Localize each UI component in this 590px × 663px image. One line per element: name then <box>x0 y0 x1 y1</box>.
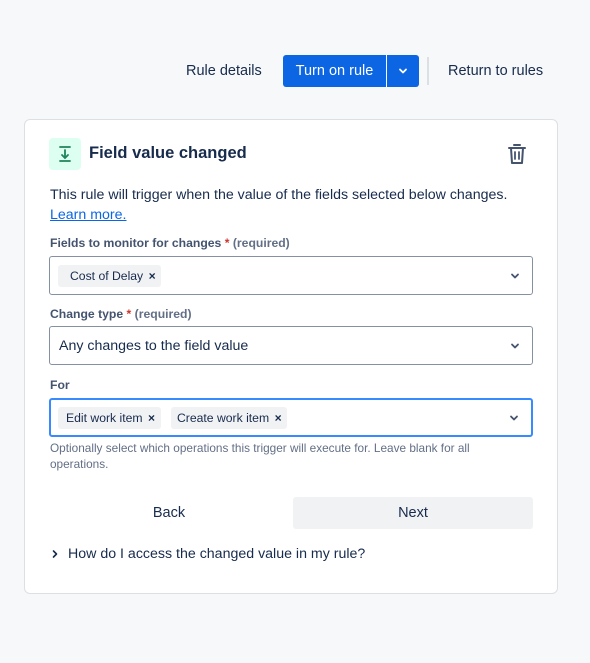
learn-more-link[interactable]: Learn more. <box>50 207 127 223</box>
chip-label: Cost of Delay <box>70 268 144 283</box>
close-icon[interactable]: × <box>143 407 161 429</box>
change-type-select[interactable]: Any changes to the field value <box>49 326 533 365</box>
close-icon[interactable]: × <box>269 407 287 429</box>
description-text: This rule will trigger when the value of… <box>50 187 508 203</box>
change-type-label: Change type * (required) <box>50 307 192 321</box>
required-star: * <box>224 236 230 250</box>
chevron-down-icon <box>399 68 407 74</box>
change-type-value: Any changes to the field value <box>59 337 249 354</box>
back-button[interactable]: Back <box>49 497 289 529</box>
for-select[interactable]: Edit work item × Create work item × <box>49 398 533 437</box>
return-to-rules-button[interactable]: Return to rules <box>444 55 547 87</box>
chevron-down-icon <box>508 269 522 283</box>
toolbar-divider <box>427 57 429 85</box>
operation-chip: Create work item × <box>171 406 288 429</box>
fields-label-text: Fields to monitor for changes <box>50 236 222 250</box>
field-chip: Cost of Delay × <box>58 264 162 287</box>
change-type-label-text: Change type <box>50 307 124 321</box>
trigger-icon-tile <box>49 138 81 170</box>
card-title: Field value changed <box>89 144 247 162</box>
trigger-description: This rule will trigger when the value of… <box>50 185 540 225</box>
chip-label: Edit work item <box>66 410 143 425</box>
chevron-down-icon <box>507 411 521 425</box>
fields-select[interactable]: Cost of Delay × <box>49 256 533 295</box>
header-toolbar: Rule details Turn on rule Return to rule… <box>0 55 590 87</box>
delete-trigger-button[interactable] <box>504 140 530 168</box>
operation-chip: Edit work item × <box>58 406 161 429</box>
close-icon[interactable]: × <box>143 265 161 287</box>
for-label: For <box>50 378 70 392</box>
for-help-text: Optionally select which operations this … <box>50 441 470 471</box>
chevron-down-icon <box>508 339 522 353</box>
for-label-text: For <box>50 378 70 392</box>
fields-label: Fields to monitor for changes * (require… <box>50 236 290 250</box>
chip-label: Create work item <box>177 410 270 425</box>
next-button[interactable]: Next <box>293 497 533 529</box>
expander-label: How do I access the changed value in my … <box>68 546 366 562</box>
required-text: (required) <box>134 307 192 321</box>
chevron-right-icon <box>50 549 68 559</box>
turn-on-options-button[interactable] <box>387 55 419 87</box>
download-arrow-icon <box>59 146 71 162</box>
required-text: (required) <box>232 236 290 250</box>
required-star: * <box>126 307 132 321</box>
rule-details-button[interactable]: Rule details <box>182 55 266 87</box>
trash-icon <box>508 144 526 164</box>
turn-on-rule-button[interactable]: Turn on rule <box>283 55 386 87</box>
trigger-card: Field value changed This rule will trigg… <box>24 119 558 594</box>
changed-value-expander[interactable]: How do I access the changed value in my … <box>50 544 365 564</box>
